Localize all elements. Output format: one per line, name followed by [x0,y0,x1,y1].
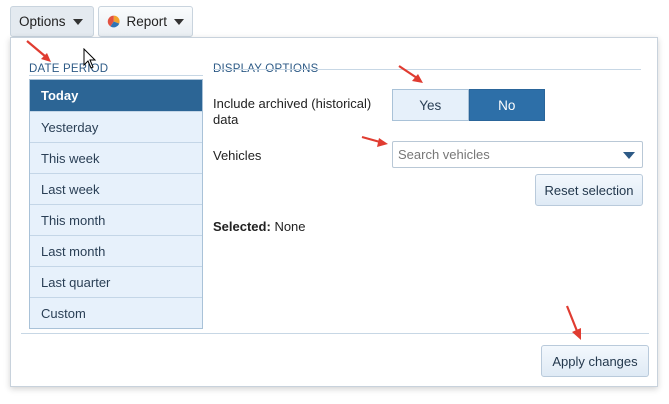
archived-toggle: Yes No [392,89,545,121]
search-placeholder: Search vehicles [398,147,490,162]
date-period-list: Today Yesterday This week Last week This… [29,79,203,329]
period-item-this-month[interactable]: This month [30,204,202,235]
apply-changes-button[interactable]: Apply changes [541,345,649,377]
reset-selection-button[interactable]: Reset selection [535,174,643,206]
options-button[interactable]: Options [10,6,94,37]
options-panel: DATE PERIOD Today Yesterday This week La… [10,37,658,387]
report-button[interactable]: Report [98,6,193,37]
period-item-last-quarter[interactable]: Last quarter [30,266,202,297]
date-period-divider [29,75,203,76]
dropdown-arrow-icon[interactable] [623,152,635,159]
period-item-last-month[interactable]: Last month [30,235,202,266]
footer-divider [21,333,649,334]
period-item-custom[interactable]: Custom [30,297,202,328]
chevron-down-icon [72,18,83,25]
mouse-cursor-icon [83,48,97,69]
annotation-arrow-icon [361,135,388,147]
period-item-yesterday[interactable]: Yesterday [30,111,202,142]
report-label: Report [126,14,167,29]
period-item-today[interactable]: Today [30,80,202,111]
selected-summary: Selected: None [213,219,306,234]
vehicle-search-select[interactable]: Search vehicles [392,141,643,168]
period-item-last-week[interactable]: Last week [30,173,202,204]
options-label: Options [19,14,66,29]
archived-label: Include archived (historical) data [213,96,372,127]
annotation-arrow-icon [26,40,51,62]
annotation-arrow-icon [565,305,581,340]
chevron-down-icon [174,18,184,25]
pie-chart-icon [107,15,120,28]
period-item-this-week[interactable]: This week [30,142,202,173]
toggle-yes-button[interactable]: Yes [392,89,469,121]
annotation-arrow-icon [398,65,423,83]
vehicles-label: Vehicles [213,148,262,163]
toggle-no-button[interactable]: No [468,89,545,121]
